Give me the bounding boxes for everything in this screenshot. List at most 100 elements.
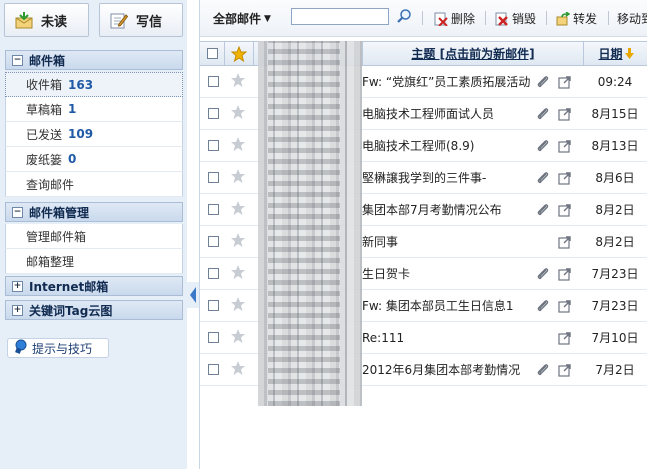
- open-external-icon[interactable]: [558, 139, 572, 153]
- open-external-icon[interactable]: [558, 299, 572, 313]
- attachment-icon: [537, 268, 549, 280]
- mail-date: 8月2日: [595, 235, 635, 249]
- mail-list-pane: 全部邮件 ▼ 删除 销毁 转发 移动 主题 [点击前为新邮件] 日期 Fw: “…: [199, 0, 647, 469]
- star-outline-icon[interactable]: [230, 136, 246, 152]
- star-outline-icon[interactable]: [230, 72, 246, 88]
- star-icon: [231, 45, 247, 62]
- unread-mail-icon: [15, 11, 33, 29]
- star-outline-icon[interactable]: [230, 232, 246, 248]
- row-checkbox[interactable]: [208, 268, 219, 279]
- open-external-icon[interactable]: [558, 171, 572, 185]
- star-outline-icon[interactable]: [230, 328, 246, 344]
- mail-subject[interactable]: 堅楙譲我学到的三件事-: [362, 162, 532, 193]
- section-internet-label: Internet邮箱: [29, 279, 109, 294]
- row-checkbox[interactable]: [208, 76, 219, 87]
- tips-button[interactable]: 提示与技巧: [7, 338, 109, 358]
- mail-subject[interactable]: 生日贺卡: [362, 258, 532, 289]
- search-button[interactable]: [396, 8, 412, 24]
- all-mail-dropdown[interactable]: 全部邮件 ▼: [213, 10, 271, 27]
- row-checkbox[interactable]: [208, 332, 219, 343]
- sidebar-item-label: 废纸篓: [26, 152, 63, 167]
- sort-down-icon: [624, 48, 634, 59]
- attachment-icon: [537, 108, 549, 120]
- row-checkbox[interactable]: [208, 236, 219, 247]
- expand-plus-icon[interactable]: +: [12, 280, 23, 292]
- write-button[interactable]: 写信: [99, 3, 183, 37]
- open-external-icon[interactable]: [558, 235, 572, 249]
- star-outline-icon[interactable]: [230, 104, 246, 120]
- star-outline-icon[interactable]: [230, 360, 246, 376]
- collapse-sidebar-handle[interactable]: [187, 282, 199, 308]
- mail-date: 7月23日: [591, 267, 639, 281]
- sidebar-item-mailbox-cleanup[interactable]: 邮箱整理: [5, 249, 183, 274]
- sidebar-item-inbox[interactable]: 收件箱 163: [5, 72, 183, 97]
- sidebar-item-search-mail[interactable]: 查询邮件: [5, 172, 183, 197]
- move-to-button[interactable]: 移动到: [617, 10, 647, 27]
- toolbar-divider: [608, 11, 609, 25]
- sidebar-item-label: 邮箱整理: [26, 254, 75, 269]
- star-column-header[interactable]: [225, 42, 253, 65]
- destroy-label: 销毁: [512, 12, 537, 26]
- open-external-icon[interactable]: [558, 203, 572, 217]
- row-checkbox[interactable]: [208, 108, 219, 119]
- sidebar-item-label: 收件箱: [26, 78, 63, 92]
- caret-down-icon: ▼: [264, 13, 271, 24]
- date-column-header[interactable]: 日期: [584, 42, 647, 65]
- expand-plus-icon[interactable]: +: [12, 304, 23, 316]
- row-checkbox[interactable]: [208, 204, 219, 215]
- mail-subject[interactable]: Fw: 集团本部员工生日信息1: [362, 290, 532, 321]
- sidebar-item-manage-mailboxes[interactable]: 管理邮件箱: [5, 224, 183, 249]
- row-checkbox[interactable]: [208, 364, 219, 375]
- row-checkbox[interactable]: [208, 140, 219, 151]
- open-external-icon[interactable]: [558, 267, 572, 281]
- mail-subject[interactable]: 电脑技术工程师(8.9): [362, 130, 532, 161]
- mail-date: 09:24: [597, 74, 633, 89]
- subject-column-header[interactable]: 主题 [点击前为新邮件]: [363, 42, 583, 65]
- open-external-icon[interactable]: [558, 331, 572, 345]
- collapse-minus-icon[interactable]: −: [12, 206, 23, 218]
- row-checkbox[interactable]: [208, 172, 219, 183]
- unread-button[interactable]: 未读: [4, 3, 89, 37]
- mail-subject[interactable]: 新同事: [362, 226, 532, 257]
- section-mailbox-management[interactable]: − 邮件箱管理: [5, 202, 183, 222]
- section-internet-mailbox[interactable]: + Internet邮箱: [5, 276, 183, 296]
- all-mail-label: 全部邮件: [213, 12, 262, 26]
- mail-subject[interactable]: 2012年6月集团本部考勤情况: [362, 354, 532, 385]
- star-outline-icon[interactable]: [230, 200, 246, 216]
- row-checkbox[interactable]: [208, 300, 219, 311]
- sidebar-item-count: 1: [68, 102, 77, 116]
- open-external-icon[interactable]: [558, 107, 572, 121]
- select-all-checkbox[interactable]: [206, 48, 218, 59]
- section-tag-cloud[interactable]: + 关键词Tag云图: [5, 300, 183, 320]
- star-outline-icon[interactable]: [230, 264, 246, 280]
- delete-label: 删除: [451, 12, 476, 26]
- attachment-icon: [537, 364, 549, 376]
- delete-button[interactable]: 删除: [434, 10, 475, 27]
- lightbulb-icon: [12, 339, 28, 358]
- forward-label: 转发: [573, 12, 598, 26]
- mail-subject[interactable]: 电脑技术工程师面试人员: [362, 98, 532, 129]
- sidebar-item-trash[interactable]: 废纸篓 0: [5, 147, 183, 172]
- section-mailbox[interactable]: − 邮件箱: [5, 50, 183, 70]
- section-mailbox-label: 邮件箱: [29, 53, 66, 68]
- forward-button[interactable]: 转发: [556, 10, 597, 27]
- mail-date: 7月2日: [595, 363, 635, 377]
- destroy-button[interactable]: 销毁: [495, 10, 536, 27]
- mail-date: 7月23日: [591, 299, 639, 313]
- sidebar-item-label: 管理邮件箱: [26, 229, 87, 244]
- attachment-icon: [537, 300, 549, 312]
- sidebar-item-drafts[interactable]: 草稿箱 1: [5, 97, 183, 122]
- date-header-label: 日期: [598, 47, 623, 61]
- open-external-icon[interactable]: [558, 75, 572, 89]
- chevron-left-icon: [187, 282, 199, 308]
- attachment-icon: [537, 76, 549, 88]
- sidebar-item-sent[interactable]: 已发送 109: [5, 122, 183, 147]
- collapse-minus-icon[interactable]: −: [12, 54, 23, 66]
- mail-subject[interactable]: 集团本部7月考勤情况公布: [362, 194, 532, 225]
- open-external-icon[interactable]: [558, 363, 572, 377]
- mail-subject[interactable]: Re:111: [362, 322, 532, 353]
- star-outline-icon[interactable]: [230, 296, 246, 312]
- star-outline-icon[interactable]: [230, 168, 246, 184]
- mail-subject[interactable]: Fw: “党旗红”员工素质拓展活动: [362, 66, 532, 97]
- search-input[interactable]: [291, 8, 389, 25]
